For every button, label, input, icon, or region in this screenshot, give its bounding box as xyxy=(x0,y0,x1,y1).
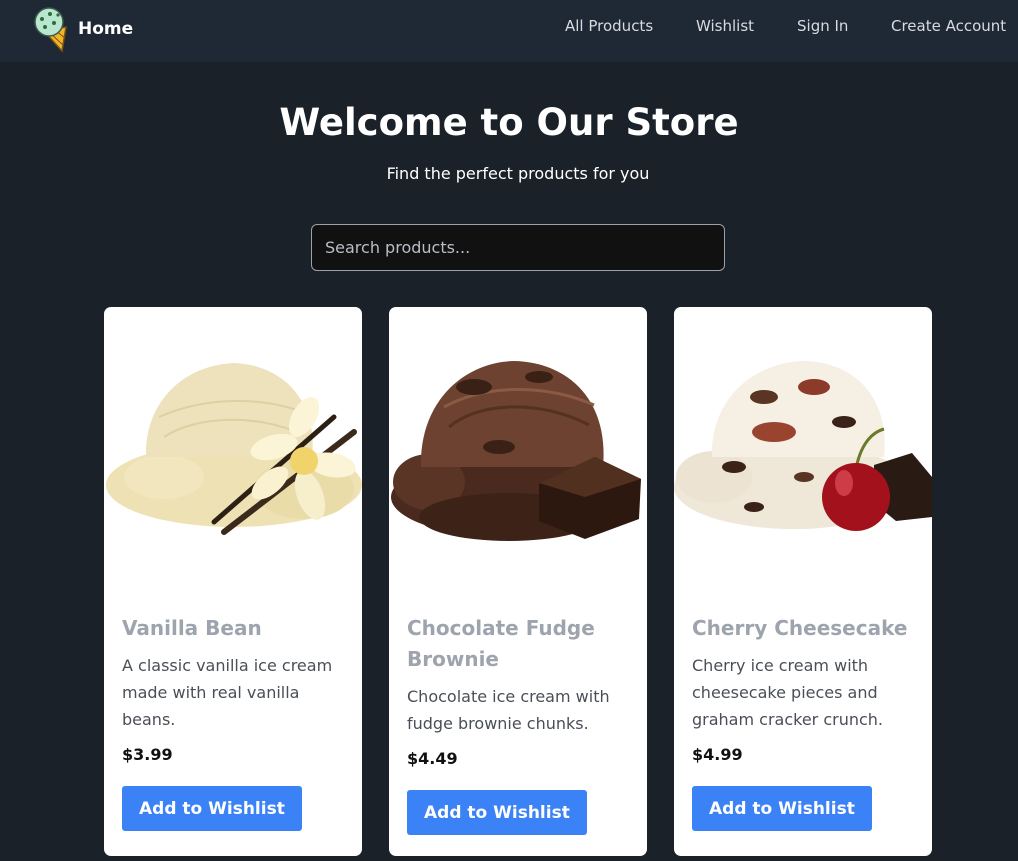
nav-sign-in[interactable]: Sign In xyxy=(797,16,848,36)
card-body: Chocolate Fudge Brownie Chocolate ice cr… xyxy=(407,613,629,835)
nav-wishlist[interactable]: Wishlist xyxy=(696,16,754,36)
card-body: Cherry Cheesecake Cherry ice cream with … xyxy=(692,613,914,831)
product-card: Cherry Cheesecake Cherry ice cream with … xyxy=(674,307,932,856)
product-title: Cherry Cheesecake xyxy=(692,616,908,640)
page-title: Welcome to Our Store xyxy=(279,101,739,144)
ice-cream-logo-icon xyxy=(34,7,67,53)
add-to-wishlist-button[interactable]: Add to Wishlist xyxy=(122,786,302,831)
vanilla-ice-cream-scoop-icon xyxy=(106,363,362,535)
product-description: Cherry ice cream with cheesecake pieces … xyxy=(692,656,884,729)
product-card: Chocolate Fudge Brownie Chocolate ice cr… xyxy=(389,307,647,856)
product-description: A classic vanilla ice cream made with re… xyxy=(122,656,333,729)
product-title: Chocolate Fudge Brownie xyxy=(407,616,595,671)
product-price: $4.99 xyxy=(692,745,743,764)
home-label: Home xyxy=(78,19,134,39)
card-body: Vanilla Bean A classic vanilla ice cream… xyxy=(122,613,344,831)
add-to-wishlist-button[interactable]: Add to Wishlist xyxy=(407,790,587,835)
nav-create-account[interactable]: Create Account xyxy=(891,16,1006,36)
chocolate-ice-cream-scoop-icon xyxy=(391,361,641,541)
navbar: Home All Products Wishlist Sign In Creat… xyxy=(0,0,1018,62)
product-price: $4.49 xyxy=(407,749,458,768)
product-title: Vanilla Bean xyxy=(122,616,262,640)
product-price: $3.99 xyxy=(122,745,173,764)
product-description: Chocolate ice cream with fudge brownie c… xyxy=(407,687,610,733)
cherry-ice-cream-scoop-icon xyxy=(674,361,932,531)
home-link[interactable]: Home xyxy=(32,4,133,54)
nav-all-products[interactable]: All Products xyxy=(565,16,653,36)
search-input[interactable] xyxy=(311,224,725,271)
add-to-wishlist-button[interactable]: Add to Wishlist xyxy=(692,786,872,831)
product-card: Vanilla Bean A classic vanilla ice cream… xyxy=(104,307,362,856)
page-subtitle: Find the perfect products for you xyxy=(386,164,650,183)
